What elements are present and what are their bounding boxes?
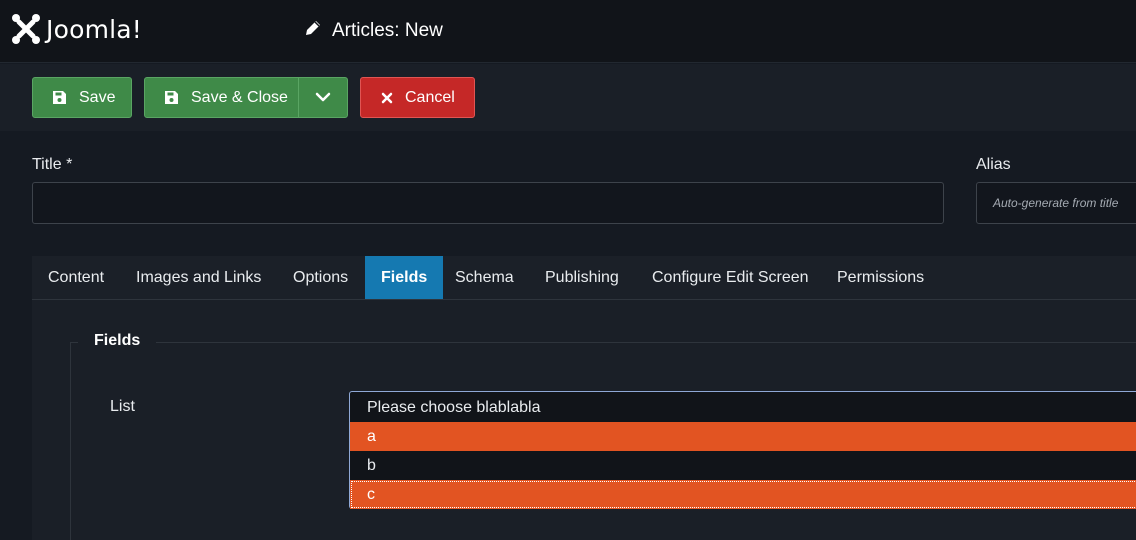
tab-options[interactable]: Options — [277, 256, 364, 299]
list-option-c[interactable]: c — [350, 480, 1136, 509]
list-label: List — [110, 398, 135, 415]
close-icon — [381, 92, 393, 104]
save-and-close-button[interactable]: Save & Close — [144, 77, 299, 118]
list-option-a[interactable]: a — [350, 422, 1136, 451]
alias-input[interactable]: Auto-generate from title — [976, 182, 1136, 224]
tab-schema[interactable]: Schema — [439, 256, 530, 299]
article-tabs: Content Images and Links Options Fields … — [32, 256, 1136, 300]
floppy-disk-icon — [52, 90, 67, 105]
page-title: Articles: New — [303, 18, 443, 43]
fields-legend: Fields — [78, 332, 157, 350]
save-and-close-label: Save & Close — [191, 88, 288, 106]
floppy-disk-icon — [164, 90, 179, 105]
title-input[interactable] — [32, 182, 944, 224]
alias-label: Alias — [976, 156, 1011, 173]
list-option-b[interactable]: b — [350, 451, 1136, 480]
title-label: Title * — [32, 156, 73, 173]
page-title-text: Articles: New — [332, 19, 443, 41]
tab-publishing[interactable]: Publishing — [529, 256, 635, 299]
tab-images-and-links[interactable]: Images and Links — [120, 256, 277, 299]
cancel-button-label: Cancel — [405, 88, 455, 106]
joomla-logo-icon — [10, 12, 42, 46]
tab-content[interactable]: Content — [32, 256, 120, 299]
pencil-icon — [303, 18, 323, 43]
tab-configure-edit-screen[interactable]: Configure Edit Screen — [636, 256, 825, 299]
joomla-logo[interactable]: Joomla! — [10, 12, 142, 46]
list-multiselect[interactable]: Please choose blablabla a b c — [349, 391, 1136, 509]
header-bar: Joomla! Articles: New — [0, 0, 1136, 63]
toolbar: Save Save & Close Cancel — [0, 64, 1136, 131]
chevron-down-icon — [315, 89, 331, 107]
save-button[interactable]: Save — [32, 77, 132, 118]
list-option-placeholder[interactable]: Please choose blablabla — [350, 393, 1136, 422]
save-button-label: Save — [79, 88, 116, 106]
save-options-dropdown-button[interactable] — [298, 77, 348, 118]
tab-fields[interactable]: Fields — [365, 256, 444, 299]
cancel-button[interactable]: Cancel — [360, 77, 475, 118]
tab-permissions[interactable]: Permissions — [821, 256, 940, 299]
joomla-logo-text: Joomla! — [46, 14, 143, 44]
